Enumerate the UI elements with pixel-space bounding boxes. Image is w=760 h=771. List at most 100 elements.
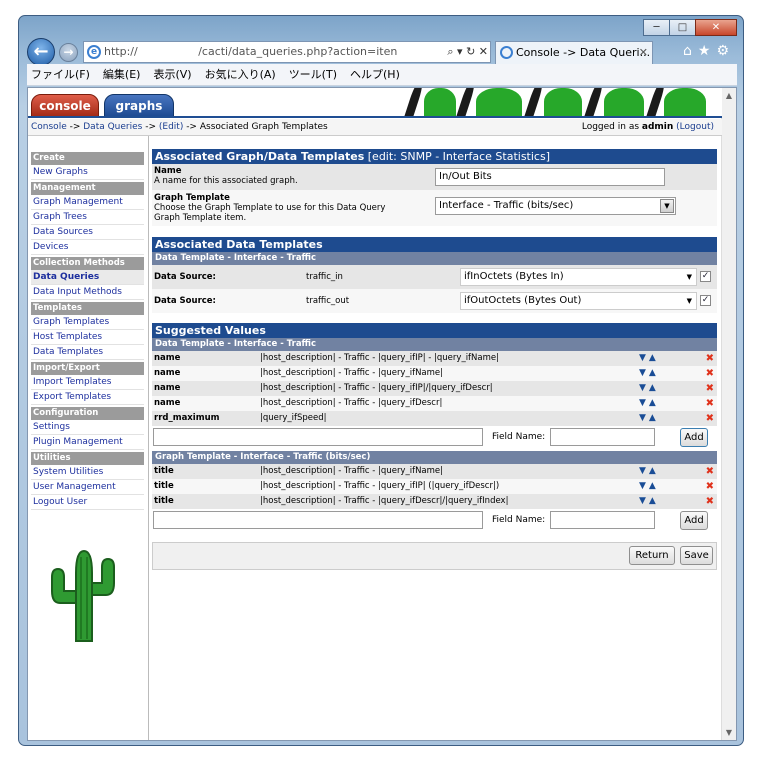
tab-graphs[interactable]: graphs (104, 94, 174, 117)
move-arrows-icon[interactable]: ▼▲ (639, 366, 659, 381)
add-button[interactable]: Add (680, 428, 708, 447)
move-arrows-icon[interactable]: ▼▲ (639, 396, 659, 411)
data-source-select[interactable]: ifOutOctets (Bytes Out) ▼ (460, 292, 697, 310)
graph-template-select[interactable]: Interface - Traffic (bits/sec) ▼ (435, 197, 676, 215)
toolbar-icons[interactable]: ⌂★⚙ (683, 43, 735, 59)
data-source-checkbox[interactable]: ✓ (700, 271, 711, 282)
add-row-graph: Field Name: Add (152, 509, 717, 531)
minimize-button[interactable]: ─ (643, 19, 670, 36)
sidebar-item[interactable]: Plugin Management (31, 435, 144, 450)
close-window-button[interactable]: ✕ (695, 19, 737, 36)
sidebar-item[interactable]: User Management (31, 480, 144, 495)
back-button[interactable]: ← (27, 38, 55, 66)
scroll-up-icon[interactable]: ▲ (722, 88, 736, 103)
crumb-current: Associated Graph Templates (199, 122, 328, 132)
sidebar-item[interactable]: Data Sources (31, 225, 144, 240)
scroll-down-icon[interactable]: ▼ (722, 725, 736, 740)
tab-console[interactable]: console (31, 94, 99, 117)
address-bar[interactable]: e http:// /cacti/data_queries.php?action… (83, 41, 491, 63)
ie-icon: e (87, 45, 101, 59)
sidebar-item[interactable]: Settings (31, 420, 144, 435)
field-name-input[interactable] (550, 511, 655, 529)
menu-item[interactable]: ツール(T) (289, 68, 337, 81)
data-source-name: traffic_in (306, 272, 343, 282)
move-arrows-icon[interactable]: ▼▲ (639, 381, 659, 396)
header-cactus-decoration (402, 88, 722, 118)
sidebar-menu: Create New Graphs Management Graph Manageme… (31, 150, 144, 510)
sidebar-item[interactable]: Export Templates (31, 390, 144, 405)
sidebar-item[interactable]: Data Input Methods (31, 285, 144, 300)
sidebar-item[interactable]: Data Queries (31, 270, 144, 285)
menu-item[interactable]: ファイル(F) (31, 68, 90, 81)
add-button[interactable]: Add (680, 511, 708, 530)
delete-icon[interactable]: ✖ (706, 381, 714, 396)
save-bar: Return Save (152, 542, 717, 570)
sidebar-item[interactable]: Host Templates (31, 330, 144, 345)
return-button[interactable]: Return (629, 546, 675, 565)
field-name-label: Field Name: (492, 515, 546, 525)
logout-link[interactable]: (Logout) (676, 122, 714, 132)
assoc-edit-label: [edit: SNMP - Interface Statistics] (364, 150, 550, 163)
name-input[interactable]: In/Out Bits (435, 168, 665, 186)
address-controls[interactable]: ⌕ ▾ ↻ ✕ (444, 42, 488, 62)
delete-icon[interactable]: ✖ (706, 479, 714, 494)
delete-icon[interactable]: ✖ (706, 494, 714, 509)
suggested-row: title |host_description| - Traffic - |que… (152, 479, 717, 494)
menu-item[interactable]: ヘルプ(H) (350, 68, 400, 81)
suggested-field: title (154, 496, 174, 506)
suggested-row: title |host_description| - Traffic - |que… (152, 464, 717, 479)
tab-close-icon[interactable]: ✕ (639, 42, 648, 63)
forward-button[interactable]: → (59, 43, 78, 62)
crumb-data-queries[interactable]: Data Queries (83, 122, 142, 132)
suggested-value-input[interactable] (153, 511, 483, 529)
field-name-input[interactable] (550, 428, 655, 446)
menu-item[interactable]: 表示(V) (153, 68, 191, 81)
crumb-edit[interactable]: (Edit) (159, 122, 183, 132)
menu-item[interactable]: 編集(E) (103, 68, 141, 81)
vertical-scrollbar[interactable]: ▲ ▼ (721, 88, 736, 740)
sidebar-item[interactable]: Logout User (31, 495, 144, 510)
delete-icon[interactable]: ✖ (706, 366, 714, 381)
browser-tab[interactable]: Console -> Data Queri... ✕ (495, 41, 653, 64)
sidebar-item[interactable]: Import Templates (31, 375, 144, 390)
sidebar-item[interactable]: Devices (31, 240, 144, 255)
delete-icon[interactable]: ✖ (706, 464, 714, 479)
graph-template-row: Graph Template Choose the Graph Template… (152, 190, 717, 226)
suggested-rows-data: name |host_description| - Traffic - |quer… (152, 351, 717, 426)
crumb-sep: -> (142, 122, 159, 132)
move-arrows-icon[interactable]: ▼▲ (639, 494, 659, 509)
username: admin (641, 122, 674, 132)
sidebar-heading: Create (31, 152, 144, 165)
data-source-label: Data Source: (154, 296, 216, 306)
chevron-down-icon[interactable]: ▼ (660, 199, 674, 213)
login-status: Logged in as admin (Logout) (582, 119, 714, 135)
save-button[interactable]: Save (680, 546, 713, 565)
data-source-select[interactable]: ifInOctets (Bytes In) ▼ (460, 268, 697, 286)
crumb-console[interactable]: Console (31, 122, 67, 132)
move-arrows-icon[interactable]: ▼▲ (639, 464, 659, 479)
menu-item[interactable]: お気に入り(A) (205, 68, 276, 81)
sidebar-item[interactable]: Graph Trees (31, 210, 144, 225)
sidebar-item[interactable]: Data Templates (31, 345, 144, 360)
maximize-button[interactable]: □ (669, 19, 696, 36)
sidebar-item[interactable]: System Utilities (31, 465, 144, 480)
delete-icon[interactable]: ✖ (706, 351, 714, 366)
sidebar-item[interactable]: New Graphs (31, 165, 144, 180)
data-source-checkbox[interactable]: ✓ (700, 295, 711, 306)
suggested-subheader-graph: Graph Template - Interface - Traffic (bi… (152, 451, 717, 464)
suggested-field: title (154, 466, 174, 476)
move-arrows-icon[interactable]: ▼▲ (639, 411, 659, 426)
delete-icon[interactable]: ✖ (706, 396, 714, 411)
sidebar-item[interactable]: Graph Templates (31, 315, 144, 330)
suggested-value-input[interactable] (153, 428, 483, 446)
move-arrows-icon[interactable]: ▼▲ (639, 351, 659, 366)
delete-icon[interactable]: ✖ (706, 411, 714, 426)
chevron-down-icon[interactable]: ▼ (687, 293, 692, 309)
sidebar-item[interactable]: Graph Management (31, 195, 144, 210)
sidebar-heading: Configuration (31, 407, 144, 420)
move-arrows-icon[interactable]: ▼▲ (639, 479, 659, 494)
chevron-down-icon[interactable]: ▼ (687, 269, 692, 285)
graph-template-value: Interface - Traffic (bits/sec) (439, 200, 574, 211)
suggested-row: name |host_description| - Traffic - |quer… (152, 351, 717, 366)
url-text: http:// /cacti/data_queries.php?action=i… (104, 45, 398, 58)
